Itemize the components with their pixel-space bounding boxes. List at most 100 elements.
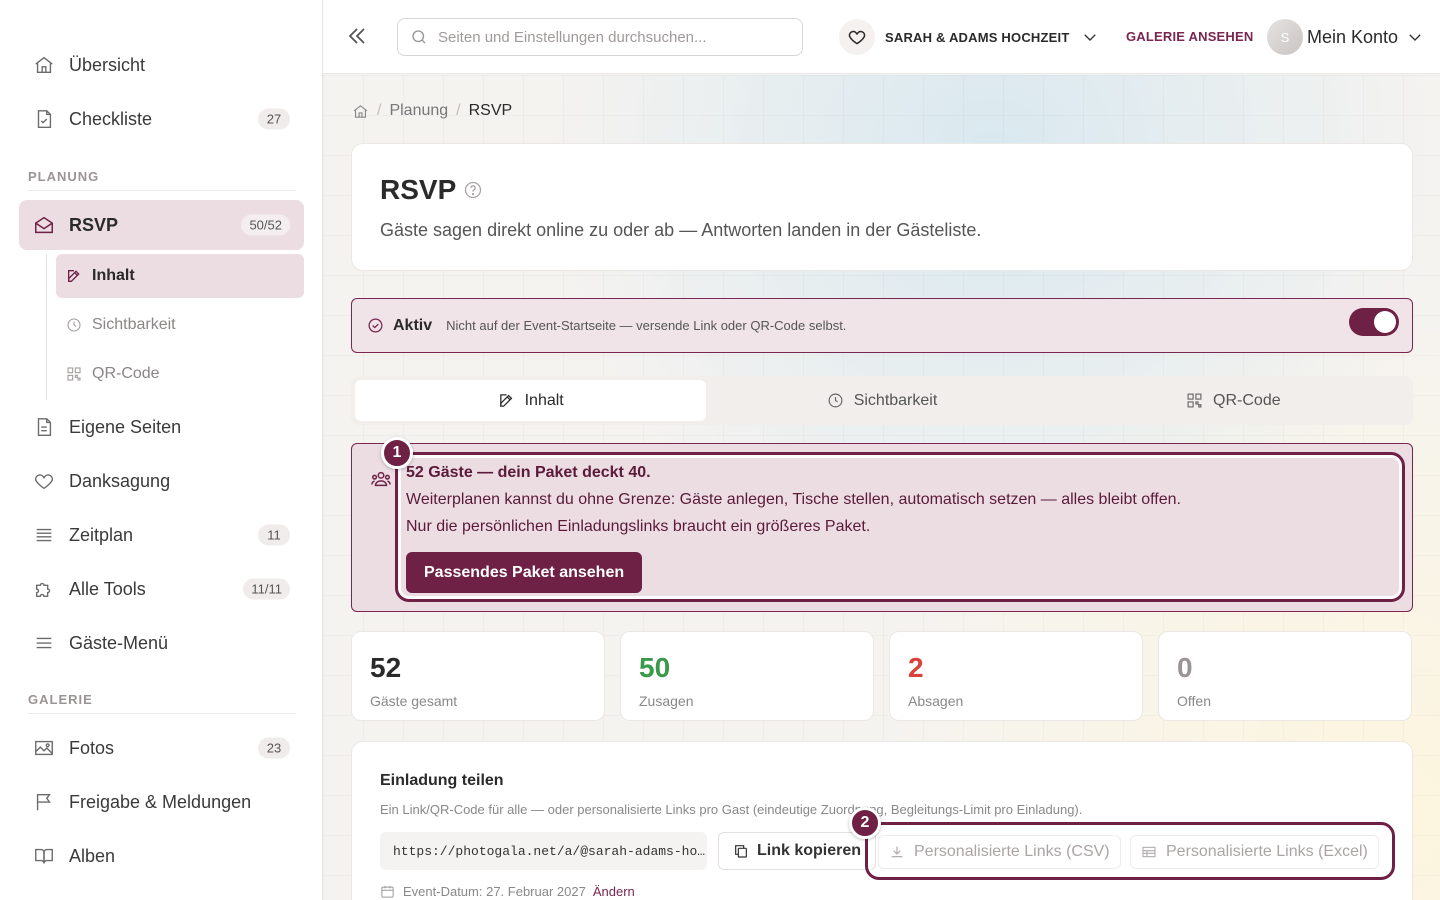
submenu-line xyxy=(46,254,47,400)
event-heart-icon xyxy=(839,19,875,55)
breadcrumb: / Planung / RSVP xyxy=(352,102,512,120)
stat-card-declined: 2 Absagen xyxy=(889,631,1143,721)
sidebar-item-uebersicht[interactable]: Übersicht xyxy=(19,40,304,90)
count-badge: 23 xyxy=(258,737,290,759)
stat-label: Zusagen xyxy=(639,693,694,709)
users-icon xyxy=(370,468,392,490)
main-content: / Planung / RSVP RSVP Gäste sagen direkt… xyxy=(323,75,1440,900)
flag-icon xyxy=(33,791,55,813)
sidebar-subitem-inhalt[interactable]: Inhalt xyxy=(56,254,304,298)
sidebar-item-label: Danksagung xyxy=(69,470,171,491)
download-csv-button[interactable]: Personalisierte Links (CSV) xyxy=(878,835,1121,869)
event-selector[interactable]: SARAH & ADAMS HOCHZEIT xyxy=(839,18,1099,56)
sidebar-item-eigene-seiten[interactable]: Eigene Seiten xyxy=(19,402,304,452)
checklist-icon xyxy=(33,108,55,130)
help-icon[interactable] xyxy=(463,180,483,200)
breadcrumb-current: RSVP xyxy=(468,102,513,119)
sidebar-subitem-label: Sichtbarkeit xyxy=(92,316,176,333)
sidebar-item-label: Alle Tools xyxy=(69,578,146,599)
account-label: Mein Konto xyxy=(1307,26,1399,47)
table-icon xyxy=(1141,844,1157,860)
page-subtitle: Gäste sagen direkt online zu oder ab — A… xyxy=(380,220,982,240)
sidebar-item-alle-tools[interactable]: Alle Tools 11/11 xyxy=(19,564,304,614)
tab-label: QR-Code xyxy=(1213,391,1281,409)
search-icon xyxy=(410,28,428,46)
document-icon xyxy=(33,416,55,438)
list-icon xyxy=(33,524,55,546)
tab-qr-code[interactable]: QR-Code xyxy=(1058,380,1409,421)
sidebar-item-label: Gäste-Menü xyxy=(69,632,169,653)
download-excel-button[interactable]: Personalisierte Links (Excel) xyxy=(1130,835,1379,869)
event-name: SARAH & ADAMS HOCHZEIT xyxy=(885,29,1070,45)
menu-icon xyxy=(33,632,55,654)
tab-bar: Inhalt Sichtbarkeit QR-Code xyxy=(351,376,1413,425)
stat-card-accepted: 50 Zusagen xyxy=(620,631,874,721)
account-menu[interactable]: S Mein Konto xyxy=(1267,18,1424,56)
sidebar-item-label: Checkliste xyxy=(69,108,153,129)
sidebar-item-danksagung[interactable]: Danksagung xyxy=(19,456,304,506)
sidebar-item-label: Alben xyxy=(69,845,116,866)
alert-title: 52 Gäste — dein Paket deckt 40. xyxy=(406,464,651,481)
search-input[interactable] xyxy=(438,28,798,46)
sidebar-subitem-qr-code[interactable]: QR-Code xyxy=(56,352,304,396)
heart-icon xyxy=(33,470,55,492)
alert-text: Nur die persönlichen Einladungslinks bra… xyxy=(406,518,871,535)
sidebar-item-fotos[interactable]: Fotos 23 xyxy=(19,723,304,773)
edit-icon xyxy=(66,268,82,284)
copy-icon xyxy=(733,843,749,859)
tab-inhalt[interactable]: Inhalt xyxy=(355,380,707,421)
clock-icon xyxy=(66,317,82,333)
status-bar: Aktiv Nicht auf der Event-Startseite — v… xyxy=(351,298,1413,353)
status-note: Nicht auf der Event-Startseite — versend… xyxy=(446,318,847,333)
sidebar-subitem-sichtbarkeit[interactable]: Sichtbarkeit xyxy=(56,303,304,347)
home-icon[interactable] xyxy=(352,103,369,120)
chevron-down-icon xyxy=(1406,28,1424,46)
search-box[interactable] xyxy=(397,18,803,56)
highlight-frame: Personalisierte Links (CSV) Personalisie… xyxy=(865,822,1395,880)
chevron-down-icon xyxy=(1081,28,1099,46)
book-icon xyxy=(33,845,55,867)
share-subtitle: Ein Link/QR-Code für alle — oder persona… xyxy=(380,802,1083,817)
sidebar-item-alben[interactable]: Alben xyxy=(19,831,304,881)
stat-value: 52 xyxy=(370,652,402,683)
stat-label: Absagen xyxy=(908,693,964,709)
sidebar-subitem-label: QR-Code xyxy=(92,365,160,382)
sidebar-item-gaeste-menue[interactable]: Gäste-Menü xyxy=(19,618,304,668)
page-title: RSVP xyxy=(380,174,457,205)
count-badge: 50/52 xyxy=(241,214,290,236)
event-date-row: Event-Datum: 27. Februar 2027 Ändern xyxy=(380,884,635,899)
active-toggle[interactable] xyxy=(1349,308,1399,336)
package-limit-alert: 1 52 Gäste — dein Paket deckt 40. Weiter… xyxy=(351,437,1413,612)
toggle-knob xyxy=(1374,311,1396,333)
qr-code-icon xyxy=(1186,392,1203,409)
sidebar-item-rsvp[interactable]: RSVP 50/52 xyxy=(19,200,304,250)
sidebar-item-label: Übersicht xyxy=(69,54,146,75)
invite-link-field[interactable]: https://photogala.net/a/@sarah-adams-ho… xyxy=(380,832,707,870)
check-circle-icon xyxy=(367,317,384,334)
change-date-link[interactable]: Ändern xyxy=(593,884,635,899)
collapse-sidebar-icon[interactable] xyxy=(345,24,369,48)
sidebar-item-zeitplan[interactable]: Zeitplan 11 xyxy=(19,510,304,560)
copy-link-button[interactable]: Link kopieren xyxy=(718,832,877,870)
tab-label: Inhalt xyxy=(524,391,564,409)
view-gallery-link[interactable]: GALERIE ANSEHEN xyxy=(1126,29,1253,44)
stat-value: 0 xyxy=(1177,652,1193,683)
breadcrumb-parent[interactable]: Planung xyxy=(389,102,448,120)
count-badge: 27 xyxy=(258,108,290,130)
sidebar-item-label: RSVP xyxy=(69,214,119,235)
alert-text: Weiterplanen kannst du ohne Grenze: Gäst… xyxy=(406,491,1181,508)
count-badge: 11 xyxy=(258,524,290,546)
sidebar-item-label: Zeitplan xyxy=(69,524,134,545)
event-date: Event-Datum: 27. Februar 2027 xyxy=(403,884,586,899)
tab-sichtbarkeit[interactable]: Sichtbarkeit xyxy=(706,380,1057,421)
sidebar-subitem-label: Inhalt xyxy=(92,267,135,284)
qr-code-icon xyxy=(66,366,82,382)
top-bar: SARAH & ADAMS HOCHZEIT GALERIE ANSEHEN S… xyxy=(323,0,1440,74)
section-label-planung: PLANUNG xyxy=(28,169,100,184)
sidebar-item-checkliste[interactable]: Checkliste 27 xyxy=(19,94,304,144)
share-title: Einladung teilen xyxy=(380,772,504,789)
sidebar: Übersicht Checkliste 27 PLANUNG RSVP 50/… xyxy=(0,0,323,900)
view-package-button[interactable]: Passendes Paket ansehen xyxy=(406,552,643,593)
section-divider xyxy=(28,713,296,714)
sidebar-item-freigabe[interactable]: Freigabe & Meldungen xyxy=(19,777,304,827)
